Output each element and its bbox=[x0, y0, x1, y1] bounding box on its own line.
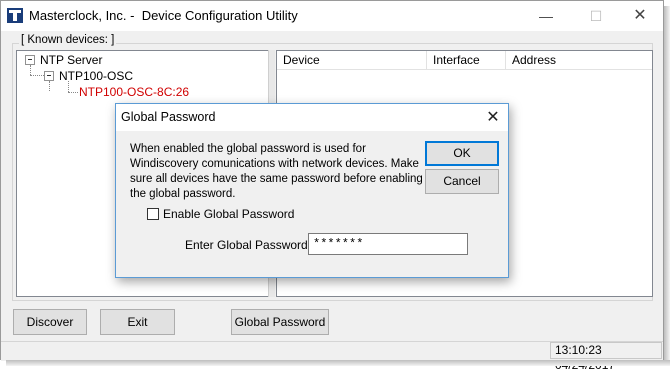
window-shadow bbox=[664, 6, 670, 366]
tree-connector bbox=[68, 92, 78, 93]
dialog-message-line: sure all devices have the same password … bbox=[130, 173, 423, 185]
tree-item-ntp-server[interactable]: NTP Server bbox=[40, 53, 102, 67]
global-password-input[interactable]: ******* bbox=[308, 233, 468, 255]
list-header: Device Interface Address bbox=[277, 51, 652, 70]
global-password-label: Enter Global Password: bbox=[185, 238, 312, 252]
tree-connector bbox=[68, 81, 69, 92]
cancel-button[interactable]: Cancel bbox=[425, 169, 499, 194]
global-password-button[interactable]: Global Password bbox=[231, 309, 329, 335]
enable-global-password-checkbox[interactable] bbox=[147, 208, 159, 220]
tree-connector bbox=[30, 65, 31, 75]
dialog-message-line: the global password. bbox=[130, 188, 236, 200]
status-datetime: 13:10:23 04/24/2017 bbox=[550, 342, 662, 372]
title-bar: Masterclock, Inc. - Device Configuration… bbox=[1, 1, 663, 31]
dialog-message-line: When enabled the global password is used… bbox=[130, 143, 366, 155]
ok-button[interactable]: OK bbox=[425, 141, 499, 166]
dialog-close-button[interactable]: ✕ bbox=[478, 104, 508, 131]
column-device[interactable]: Device bbox=[277, 51, 427, 69]
tree-connector bbox=[49, 81, 50, 91]
column-interface[interactable]: Interface bbox=[427, 51, 506, 69]
column-address[interactable]: Address bbox=[506, 51, 652, 69]
maximize-button[interactable]: ☐ bbox=[573, 1, 619, 31]
dialog-title-bar: Global Password ✕ bbox=[116, 104, 508, 131]
collapse-icon[interactable] bbox=[44, 71, 54, 81]
window-title: Masterclock, Inc. - Device Configuration… bbox=[29, 8, 298, 23]
collapse-icon[interactable] bbox=[25, 55, 35, 65]
tree-item-ntp100-osc-8c26[interactable]: NTP100-OSC-8C:26 bbox=[79, 85, 189, 99]
global-password-dialog: Global Password ✕ When enabled the globa… bbox=[115, 103, 509, 278]
exit-button[interactable]: Exit bbox=[100, 309, 175, 335]
enable-global-password-label[interactable]: Enable Global Password bbox=[163, 207, 294, 221]
discover-button[interactable]: Discover bbox=[13, 309, 87, 335]
tree-connector bbox=[30, 75, 44, 76]
dialog-title: Global Password bbox=[121, 110, 216, 124]
dialog-message: When enabled the global password is used… bbox=[130, 142, 423, 202]
tree-item-ntp100-osc[interactable]: NTP100-OSC bbox=[59, 69, 133, 83]
close-button[interactable]: ✕ bbox=[617, 1, 663, 31]
window-shadow bbox=[6, 360, 670, 366]
dialog-message-line: Windiscovery comunications with network … bbox=[130, 158, 419, 170]
app-icon bbox=[7, 8, 23, 23]
minimize-button[interactable]: — bbox=[523, 1, 569, 31]
known-devices-label: [ Known devices: ] bbox=[19, 34, 117, 46]
